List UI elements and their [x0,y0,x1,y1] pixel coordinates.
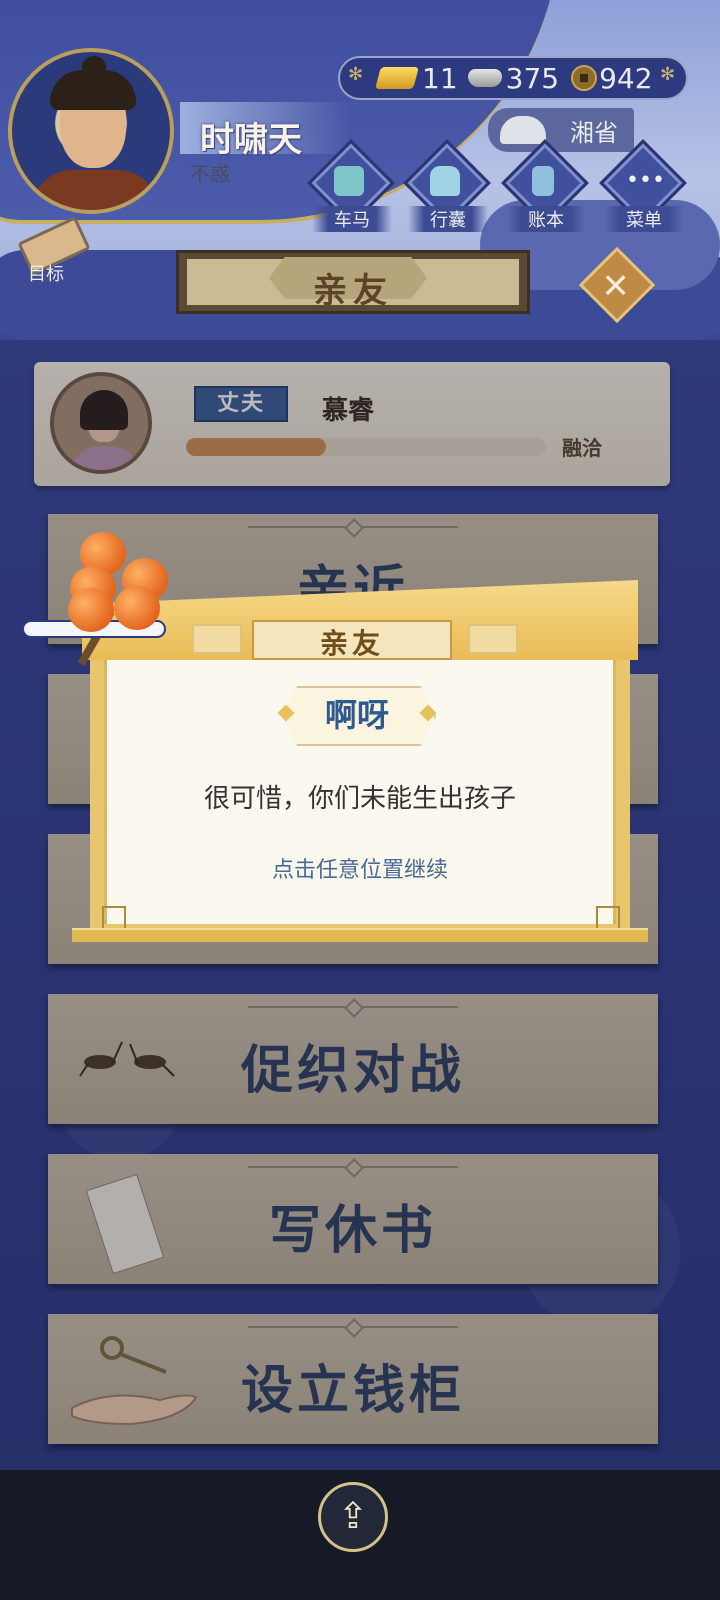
nav-menu-button[interactable]: ••• 菜单 [599,139,687,232]
nav-label: 行囊 [408,206,488,232]
frame-corner [102,906,126,930]
bamboo-icon: ✻ [660,64,676,85]
gold-amount: 11 [422,61,458,95]
goal-label: 目标 [28,264,64,285]
dialog-header-title: 亲友 [319,627,384,660]
player-name: 时啸天 [200,120,302,160]
exclamation-text: 啊呀 [324,696,389,734]
menu-icon: ••• [626,168,665,193]
silver-amount: 375 [505,61,560,95]
nav-label: 账本 [506,206,586,232]
coin-amount: 942 [599,61,653,95]
share-icon: ⇪ [337,1496,369,1537]
header-ornament [468,624,518,654]
province-button[interactable]: 湘省 [488,108,634,152]
player-age-title: 不惑 [190,162,230,186]
candied-hawthorn-icon [22,528,222,666]
ledger-icon [532,166,554,196]
currency-bar[interactable]: ✻ 11 375 942 ✻ [338,56,688,100]
copper-coin-icon [571,65,598,91]
page-title: 亲友 [313,271,393,311]
nav-bag-button[interactable]: 行囊 [403,139,491,232]
nav-label: 车马 [312,206,392,232]
dialog-message: 很可惜，你们未能生出孩子 [203,784,516,814]
close-icon: ✕ [601,266,630,307]
frame-corner [596,906,620,930]
continue-hint[interactable]: 点击任意位置继续 [104,852,616,884]
share-button[interactable]: ⇪ [318,1482,388,1552]
goal-button[interactable]: 目标 [12,216,92,285]
page-title-banner: 亲友 [176,250,530,314]
bag-icon [430,166,460,196]
nav-carriage-button[interactable]: 车马 [307,139,395,232]
iron-icon [500,116,546,144]
dialog-base [72,928,648,942]
silver-ingot-icon [467,69,502,87]
carriage-icon [334,166,364,196]
province-label: 湘省 [570,118,618,147]
bamboo-icon: ✻ [348,64,364,85]
player-avatar[interactable] [8,48,174,214]
nav-ledger-button[interactable]: 账本 [501,139,589,232]
nav-label: 菜单 [604,206,684,232]
gold-ingot-icon [375,67,419,89]
game-stage: 时啸天 不惑 ✻ 11 375 942 ✻ 湘省 车马 行囊 账本 ••• 菜单 [0,0,720,1500]
